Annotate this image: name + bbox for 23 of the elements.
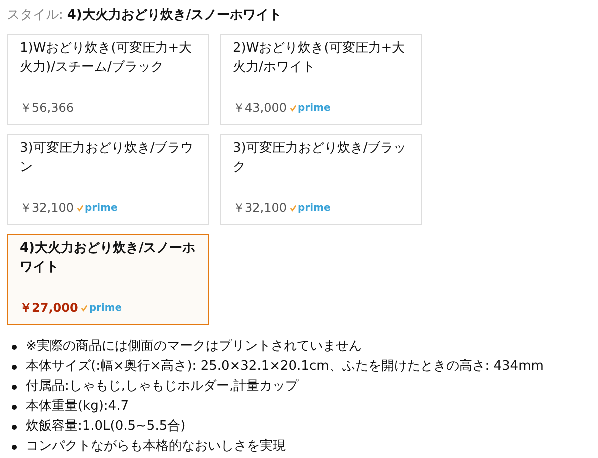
prime-badge: prime bbox=[77, 199, 118, 218]
feature-text: 付属品:しゃもじ,しゃもじホルダー,計量カップ bbox=[26, 378, 299, 396]
bullet-icon bbox=[12, 444, 17, 450]
style-option[interactable]: 4)大火力おどり炊き/スノーホワイト ￥27,000 prime bbox=[7, 234, 209, 325]
prime-badge: prime bbox=[290, 99, 331, 118]
feature-text: ※実際の商品には側面のマークはプリントされていません bbox=[26, 338, 362, 356]
prime-badge: prime bbox=[81, 299, 122, 318]
bullet-icon bbox=[12, 404, 17, 410]
feature-text: コンパクトながらも本格的なおいしさを実現 bbox=[26, 438, 286, 456]
style-option[interactable]: 3)可変圧力おどり炊き/ブラック ￥32,100 prime bbox=[220, 134, 422, 225]
feature-text: 炊飯容量:1.0L(0.5~5.5合) bbox=[26, 418, 186, 436]
feature-text: 本体サイズ(:幅×奥行×高さ): 25.0×32.1×20.1cm、ふたを開けたときの高さ: 434mm bbox=[26, 358, 544, 376]
prime-badge: prime bbox=[290, 199, 331, 218]
style-option[interactable]: 3)可変圧力おどり炊き/ブラウン ￥32,100 prime bbox=[7, 134, 209, 225]
style-label: スタイル: bbox=[7, 8, 64, 23]
style-option[interactable]: 1)Wおどり炊き(可変圧力+大火力)/スチーム/ブラック ￥56,366 bbox=[7, 34, 209, 125]
feature-text: 本体重量(kg):4.7 bbox=[26, 398, 129, 416]
bullet-icon bbox=[12, 384, 17, 390]
bullet-icon bbox=[12, 364, 17, 370]
bullet-icon bbox=[12, 344, 17, 350]
bullet-icon bbox=[12, 424, 17, 430]
selected-style: 4)大火力おどり炊き/スノーホワイト bbox=[67, 8, 282, 23]
style-option[interactable]: 2)Wおどり炊き(可変圧力+大火力/ホワイト ￥43,000 prime bbox=[220, 34, 422, 125]
